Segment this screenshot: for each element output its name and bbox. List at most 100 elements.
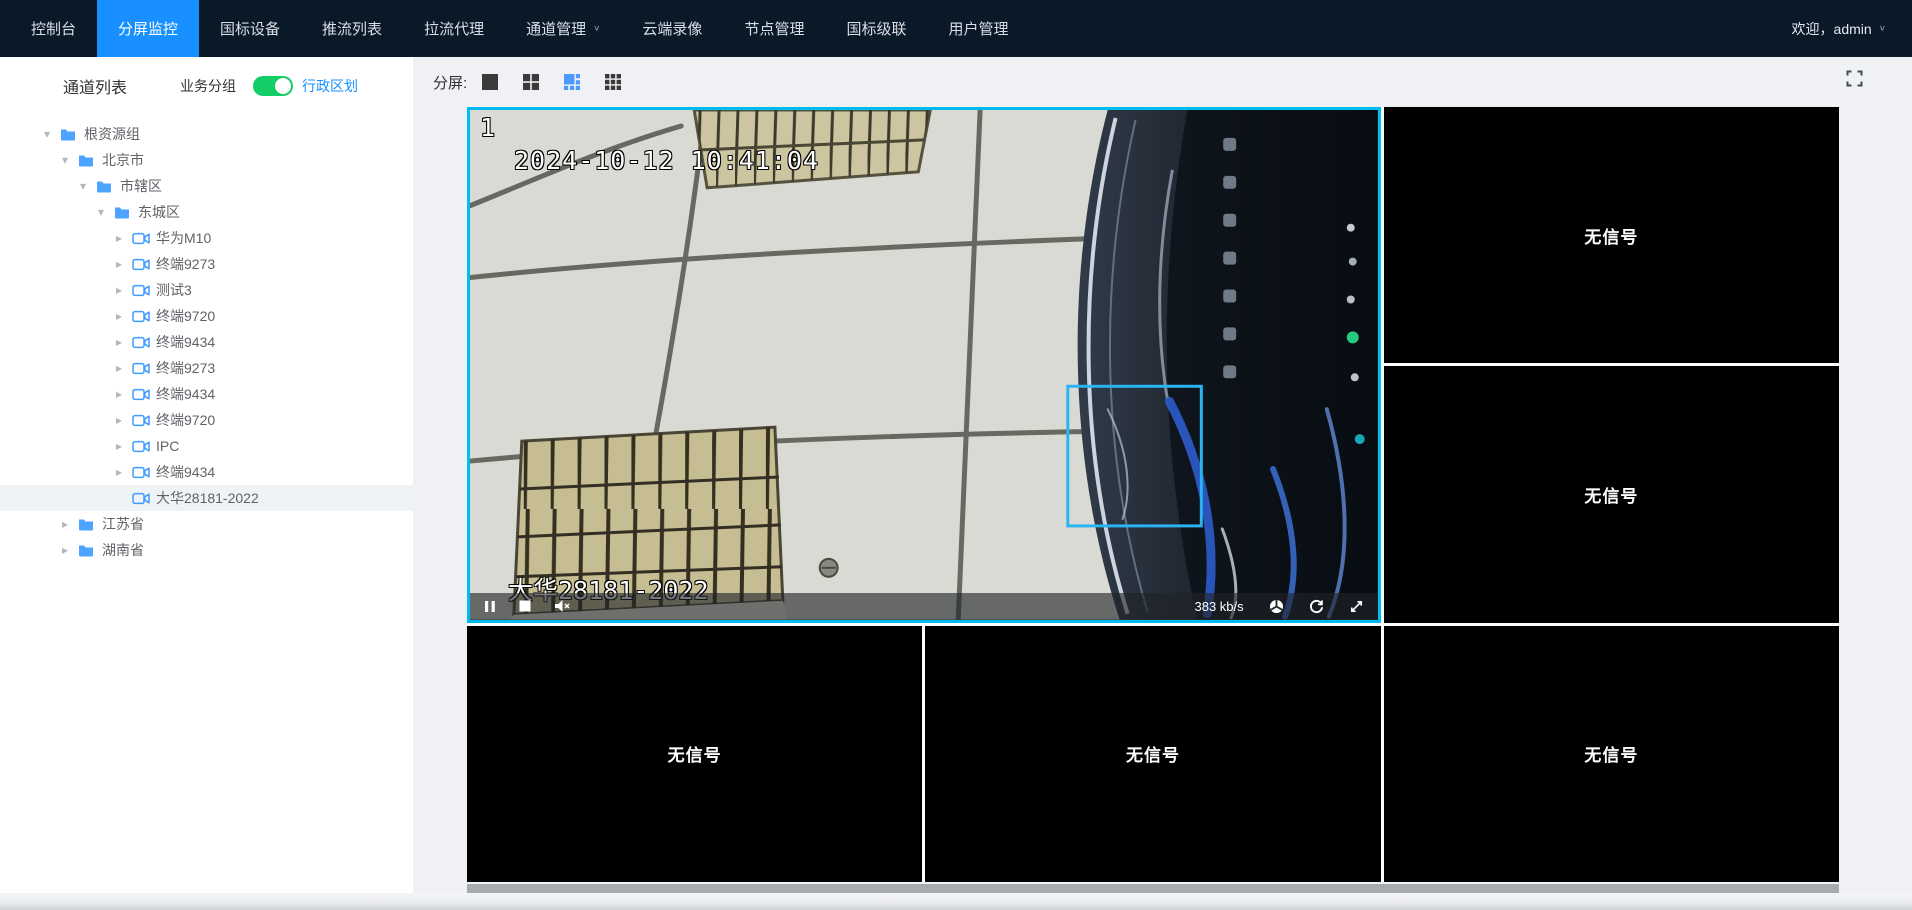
tree-item[interactable]: ▾北京市	[0, 147, 413, 173]
folder-icon-wrap	[96, 180, 118, 193]
fullscreen-icon	[1846, 70, 1863, 87]
camera-icon-wrap	[132, 258, 154, 271]
camera-icon	[132, 336, 150, 349]
tree-item[interactable]: ▾ 根资源组	[0, 121, 413, 147]
camera-icon	[132, 388, 150, 401]
caret-right-icon[interactable]: ▸	[116, 465, 132, 479]
split-9-button[interactable]	[604, 73, 622, 91]
no-signal-label: 无信号	[1126, 741, 1180, 766]
top-nav: 控制台分屏监控国标设备推流列表拉流代理通道管理∨ 云端录像节点管理国标级联用户管理…	[0, 0, 1912, 57]
nav-tab[interactable]: 云端录像	[621, 0, 723, 57]
video-cell-2[interactable]: 无信号	[1384, 107, 1839, 363]
nav-tab-label: 分屏监控	[118, 18, 178, 39]
video-cell-3[interactable]: 无信号	[1384, 366, 1839, 622]
refresh-icon	[1309, 599, 1324, 614]
tree-item[interactable]: ▸终端9720	[0, 407, 413, 433]
user-menu[interactable]: 欢迎，admin ∨	[1792, 0, 1912, 57]
caret-right-icon[interactable]: ▸	[62, 543, 78, 557]
tree-item[interactable]: ▸终端9273	[0, 355, 413, 381]
tree-item[interactable]: ▸终端9434	[0, 381, 413, 407]
tree-item[interactable]: ▸华为M10	[0, 225, 413, 251]
caret-right-icon[interactable]: ▸	[116, 361, 132, 375]
video-image	[470, 110, 1378, 620]
expand-icon	[1349, 599, 1364, 614]
snapshot-button[interactable]	[1269, 599, 1284, 614]
nav-tab-label: 国标级联	[846, 18, 906, 39]
group-mode-toggle[interactable]	[253, 76, 293, 96]
folder-icon	[78, 544, 94, 557]
tree-item[interactable]: ▸ 终端9273	[0, 251, 413, 277]
nav-tab[interactable]: 控制台	[10, 0, 97, 57]
split-label: 分屏:	[433, 72, 467, 93]
tree-item[interactable]: ▸ IPC	[0, 433, 413, 459]
video-cell-4[interactable]: 无信号	[467, 626, 922, 882]
fullscreen-button[interactable]	[1846, 70, 1863, 87]
nav-tab-label: 拉流代理	[424, 18, 484, 39]
folder-icon	[78, 154, 94, 167]
video-cell-5[interactable]: 无信号	[925, 626, 1380, 882]
tree-item-label: 终端9273	[156, 254, 215, 274]
caret-down-icon[interactable]: ▾	[44, 127, 60, 141]
speaker-muted-icon	[554, 599, 571, 613]
tree-item[interactable]: ▸江苏省	[0, 511, 413, 537]
camera-icon	[132, 440, 150, 453]
folder-icon	[78, 518, 94, 531]
caret-right-icon[interactable]: ▸	[116, 387, 132, 401]
caret-right-icon[interactable]: ▸	[116, 309, 132, 323]
folder-icon	[60, 128, 76, 141]
caret-down-icon[interactable]: ▾	[80, 179, 96, 193]
caret-right-icon[interactable]: ▸	[116, 231, 132, 245]
nav-tab[interactable]: 拉流代理	[403, 0, 505, 57]
nav-tab[interactable]: 节点管理	[723, 0, 825, 57]
tree-item[interactable]: ▸终端9434	[0, 459, 413, 485]
nav-tab[interactable]: 国标级联	[825, 0, 927, 57]
caret-down-icon[interactable]: ▾	[62, 153, 78, 167]
caret-right-icon[interactable]: ▸	[116, 257, 132, 271]
nav-tab[interactable]: 国标设备	[199, 0, 301, 57]
caret-down-icon[interactable]: ▾	[98, 205, 114, 219]
tree-item[interactable]: ▸测试3	[0, 277, 413, 303]
video-cell-1[interactable]: 1 2024-10-12 10:41:04 大华28181-2022	[467, 107, 1381, 623]
no-signal-label: 无信号	[1584, 482, 1638, 507]
tree-item-label: 终端9434	[156, 332, 215, 352]
nav-tab[interactable]: 通道管理∨	[505, 0, 621, 57]
tree-item-label: 大华28181-2022	[156, 488, 259, 508]
caret-right-icon[interactable]: ▸	[116, 335, 132, 349]
mute-button[interactable]	[554, 599, 571, 613]
split-1-button[interactable]	[481, 73, 499, 91]
tree-item[interactable]: ▸ 终端9434	[0, 329, 413, 355]
nav-tab-label: 云端录像	[642, 18, 702, 39]
channel-number-overlay: 1	[480, 113, 495, 142]
tree-item-label: IPC	[156, 438, 179, 454]
tree-item[interactable]: 大华28181-2022	[0, 485, 413, 511]
folder-icon-wrap	[78, 518, 100, 531]
camera-icon	[132, 492, 150, 505]
no-signal-label: 无信号	[1584, 223, 1638, 248]
caret-right-icon[interactable]: ▸	[116, 413, 132, 427]
nav-tab[interactable]: 推流列表	[301, 0, 403, 57]
region-mode-label[interactable]: 行政区划	[302, 76, 358, 96]
tree-item[interactable]: ▸湖南省	[0, 537, 413, 563]
nav-tab[interactable]: 用户管理	[927, 0, 1029, 57]
refresh-button[interactable]	[1309, 599, 1324, 614]
split-6-button[interactable]	[563, 73, 581, 91]
tree-item-label: 根资源组	[84, 124, 140, 144]
tree-item[interactable]: ▸终端9720	[0, 303, 413, 329]
video-cell-6[interactable]: 无信号	[1384, 626, 1839, 882]
camera-icon-wrap	[132, 284, 154, 297]
nav-tab[interactable]: 分屏监控	[97, 0, 199, 57]
pause-button[interactable]	[484, 600, 496, 613]
caret-right-icon[interactable]: ▸	[116, 283, 132, 297]
split-4-button[interactable]	[522, 73, 540, 91]
stop-button[interactable]	[519, 600, 531, 612]
folder-icon-wrap	[114, 206, 136, 219]
caret-right-icon[interactable]: ▸	[62, 517, 78, 531]
expand-button[interactable]	[1349, 599, 1364, 614]
camera-icon-wrap	[132, 414, 154, 427]
camera-icon	[132, 362, 150, 375]
tree-item[interactable]: ▾市辖区	[0, 173, 413, 199]
live-video-frame	[470, 110, 1378, 620]
tree-item[interactable]: ▾东城区	[0, 199, 413, 225]
caret-right-icon[interactable]: ▸	[116, 439, 132, 453]
window-bottom-scrollbar[interactable]	[0, 893, 1912, 910]
